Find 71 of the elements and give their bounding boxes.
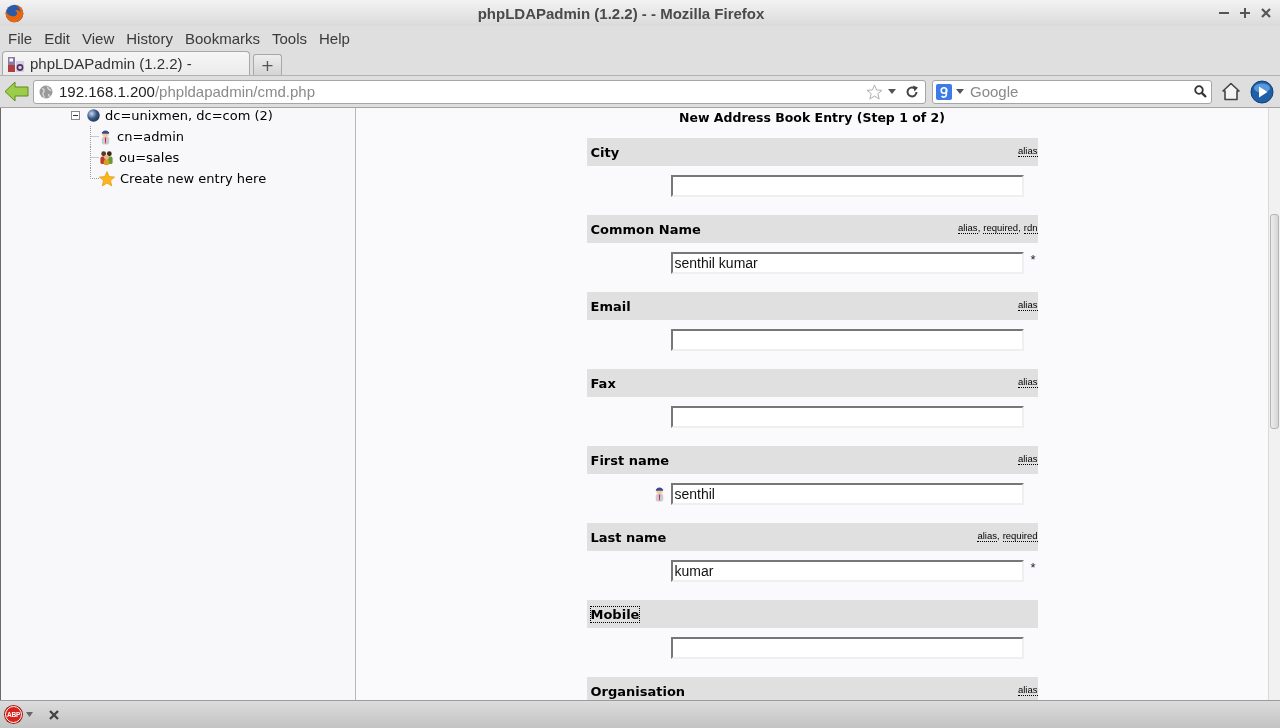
attribute-tag-link[interactable]: alias — [1017, 299, 1038, 311]
tree-item[interactable]: cn=admin — [117, 129, 184, 144]
close-icon[interactable] — [49, 709, 59, 720]
menu-item[interactable]: File — [2, 29, 39, 47]
play-circle-icon[interactable] — [1250, 79, 1274, 104]
attribute-label[interactable]: Organisation — [590, 683, 686, 699]
dropdown-caret-icon[interactable] — [26, 712, 33, 717]
text-field[interactable]: kumar — [670, 560, 1024, 582]
text-field[interactable] — [670, 637, 1024, 659]
tag-separator: , — [977, 222, 981, 234]
tag-separator: , — [997, 530, 1000, 542]
search-icon[interactable] — [1194, 85, 1207, 98]
browser-tab[interactable]: phpLDAPadmin (1.2.2) - — [2, 51, 250, 75]
search-field[interactable]: Google — [970, 83, 1194, 100]
collapse-icon[interactable] — [71, 111, 80, 120]
globe-icon — [87, 109, 100, 122]
person-icon — [99, 128, 112, 145]
tree-item[interactable]: ou=sales — [119, 150, 180, 165]
reload-icon[interactable] — [905, 84, 919, 99]
page-heading: New Address Book Entry (Step 1 of 2) — [677, 110, 946, 126]
text-field[interactable] — [670, 175, 1024, 197]
attribute-tag-link[interactable]: rdn — [1023, 222, 1038, 234]
close-icon[interactable] — [1260, 7, 1272, 19]
attribute-tag-link[interactable]: required — [1002, 530, 1038, 542]
dropdown-caret-icon[interactable] — [956, 89, 964, 94]
address-bar[interactable]: 192.168.1.200/phpldapadmin/cmd.php — [33, 79, 926, 104]
text-field[interactable]: senthil kumar — [670, 252, 1024, 274]
text-field[interactable]: senthil — [670, 483, 1024, 505]
globe-logo-icon — [5, 3, 24, 23]
tree-root-item[interactable]: dc=unixmen, dc=com (2) — [105, 108, 273, 123]
menu-item[interactable]: Edit — [38, 29, 77, 47]
attribute-label[interactable]: Last name — [590, 529, 667, 545]
menu-item[interactable]: Tools — [266, 29, 313, 47]
people-group-icon — [99, 150, 114, 165]
menu-item[interactable]: Bookmarks — [178, 29, 266, 47]
search-bar[interactable]: Google — [932, 79, 1212, 104]
attribute-label[interactable]: Fax — [590, 375, 616, 391]
dropdown-caret-icon[interactable] — [888, 89, 896, 94]
attribute-tag-link[interactable]: alias — [977, 530, 997, 542]
attribute-tag-link[interactable]: alias — [1017, 376, 1038, 388]
menu-item[interactable]: View — [76, 29, 121, 47]
attribute-tag-link[interactable]: alias — [958, 222, 978, 234]
window-title: phpLDAPadmin (1.2.2) - - Mozilla Firefox — [476, 4, 766, 22]
url-path: /phpldapadmin/cmd.php — [154, 83, 316, 100]
attribute-label[interactable]: Email — [590, 298, 631, 314]
attribute-label[interactable]: City — [590, 144, 620, 160]
star-icon — [99, 170, 115, 187]
tag-separator: , — [1018, 222, 1021, 234]
tree-item[interactable]: Create new entry here — [120, 171, 267, 186]
required-marker: * — [1030, 252, 1036, 267]
maximize-icon[interactable] — [1239, 7, 1251, 19]
attribute-tag-link[interactable]: alias — [1017, 684, 1038, 696]
attribute-tag-link[interactable]: alias — [1017, 453, 1038, 465]
favicon-icon — [8, 55, 24, 72]
attribute-label[interactable]: First name — [590, 452, 670, 468]
text-field[interactable] — [670, 406, 1024, 428]
search-engine-icon[interactable] — [936, 83, 952, 100]
attribute-label[interactable]: Common Name — [590, 221, 701, 237]
attribute-tag-link[interactable]: alias — [1017, 145, 1038, 157]
required-marker: * — [1030, 560, 1036, 575]
attribute-label[interactable]: Mobile — [590, 606, 640, 622]
star-outline-icon[interactable] — [866, 83, 883, 100]
menu-item[interactable]: History — [120, 29, 179, 47]
menu-item[interactable]: Help — [313, 29, 356, 47]
home-icon[interactable] — [1221, 82, 1241, 101]
globe-icon — [39, 84, 53, 99]
scrollbar-thumb[interactable] — [1270, 214, 1279, 429]
tree-connector-line — [90, 126, 99, 147]
url-host: 192.168.1.200 — [59, 83, 155, 100]
new-tab-button[interactable]: + — [253, 54, 282, 75]
text-field[interactable] — [670, 329, 1024, 351]
